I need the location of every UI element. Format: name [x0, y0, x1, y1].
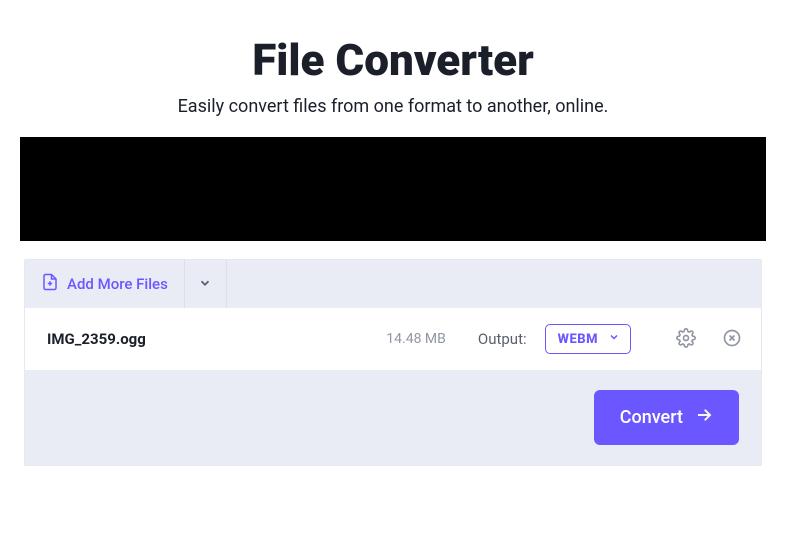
- add-more-files-button[interactable]: Add More Files: [25, 260, 185, 308]
- ad-banner: [20, 137, 766, 241]
- convert-button-label: Convert: [620, 407, 683, 428]
- page-title: File Converter: [0, 34, 786, 86]
- file-row: IMG_2359.ogg 14.48 MB Output: WEBM: [25, 308, 761, 370]
- output-format-select[interactable]: WEBM: [545, 324, 631, 354]
- remove-file-button[interactable]: [721, 328, 743, 350]
- output-label: Output:: [478, 330, 527, 348]
- arrow-right-icon: [695, 406, 713, 429]
- gear-icon: [676, 328, 696, 351]
- close-circle-icon: [722, 328, 742, 351]
- add-more-files-label: Add More Files: [67, 275, 168, 293]
- file-name: IMG_2359.ogg: [47, 330, 372, 348]
- convert-button[interactable]: Convert: [594, 390, 739, 445]
- converter-panel: Add More Files IMG_2359.ogg 14.48 MB Out…: [24, 259, 762, 466]
- settings-button[interactable]: [675, 328, 697, 350]
- toolbar: Add More Files: [25, 260, 761, 308]
- selected-format-value: WEBM: [558, 332, 598, 347]
- chevron-down-icon: [608, 331, 620, 347]
- file-size: 14.48 MB: [386, 331, 446, 347]
- add-options-dropdown-button[interactable]: [185, 260, 227, 308]
- footer-bar: Convert: [25, 370, 761, 465]
- chevron-down-icon: [198, 276, 212, 293]
- page-subtitle: Easily convert files from one format to …: [0, 96, 786, 117]
- file-add-icon: [41, 273, 59, 295]
